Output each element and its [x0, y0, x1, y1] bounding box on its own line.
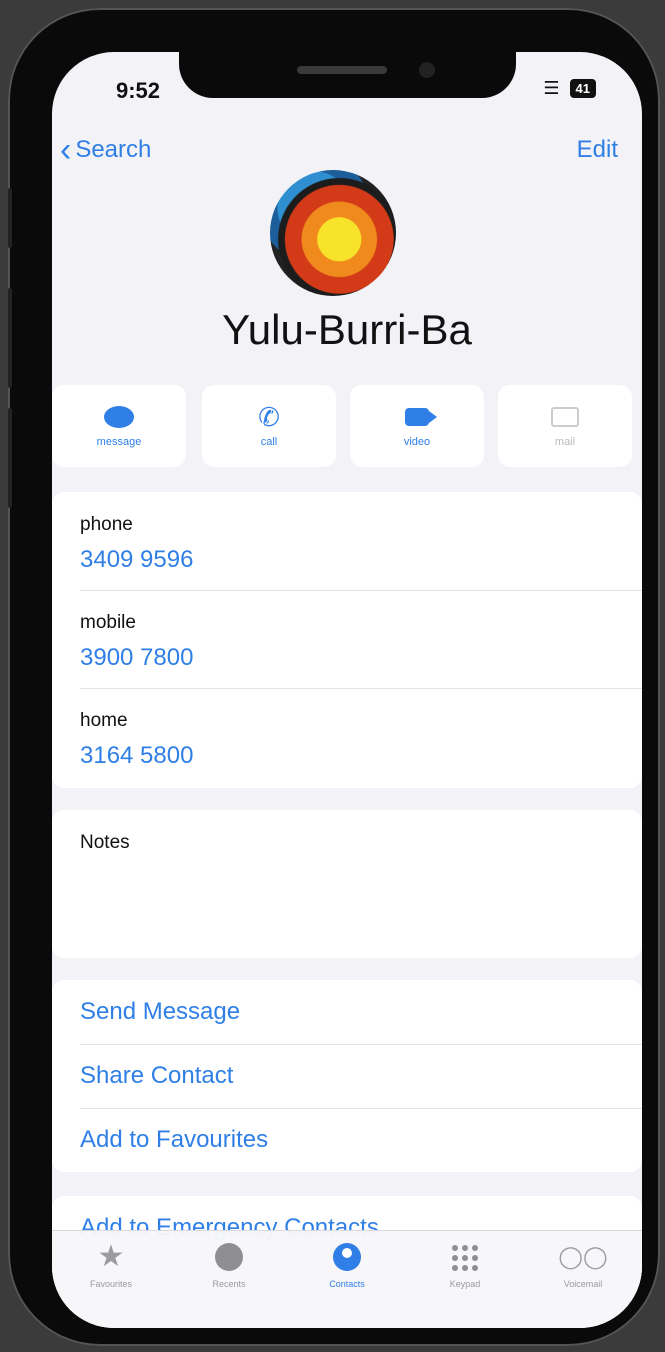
person-icon [333, 1241, 361, 1273]
video-label: video [403, 436, 431, 448]
tab-label: Voicemail [563, 1279, 603, 1289]
status-indicators: ☰ 41 [543, 78, 596, 99]
message-label: message [96, 436, 142, 448]
call-button[interactable]: ✆ call [202, 385, 336, 467]
speaker [297, 66, 387, 74]
battery-icon: 41 [569, 79, 596, 98]
mobile-type-label: mobile [80, 612, 136, 633]
tab-label: Keypad [449, 1279, 481, 1289]
status-time: 9:52 [116, 78, 161, 103]
tab-recents[interactable]: Recents [170, 1241, 288, 1289]
contact-name: Yulu-Burri-Ba [222, 306, 472, 353]
keypad-icon [452, 1241, 478, 1273]
tab-contacts[interactable]: Contacts [288, 1241, 406, 1289]
silent-switch [8, 188, 12, 248]
tab-voicemail[interactable]: ◯◯ Voicemail [524, 1241, 642, 1289]
notes-title: Notes [80, 832, 130, 853]
home-type-label: home [80, 710, 128, 731]
front-camera [419, 62, 435, 78]
mobile-number[interactable]: 3900 7800 [80, 644, 193, 672]
notch [179, 52, 516, 98]
volume-up-button [8, 288, 12, 388]
tab-bar: ★ Favourites Recents Contacts Keypad ◯◯ … [52, 1230, 642, 1328]
send-message-link[interactable]: Send Message [80, 998, 240, 1026]
tab-favourites[interactable]: ★ Favourites [52, 1240, 170, 1290]
tab-label: Recents [212, 1279, 246, 1289]
share-contact-link[interactable]: Share Contact [80, 1062, 233, 1090]
video-icon [402, 404, 437, 430]
tab-label: Contacts [329, 1279, 365, 1289]
phone-type-label: phone [80, 514, 133, 535]
home-row[interactable]: home 3164 5800 [52, 688, 642, 786]
star-icon: ★ [97, 1240, 125, 1273]
back-label: Search [75, 136, 152, 163]
home-number[interactable]: 3164 5800 [80, 742, 193, 770]
voicemail-icon: ◯◯ [558, 1244, 608, 1269]
action-buttons: message ✆ call video mail [52, 385, 642, 467]
phone-numbers-card: phone 3409 9596 mobile 3900 7800 home 31… [52, 492, 642, 788]
divider [80, 1108, 642, 1109]
tab-label: Favourites [89, 1279, 133, 1289]
avatar [270, 170, 396, 296]
wifi-icon: ☰ [543, 78, 560, 98]
notes-card[interactable]: Notes [52, 810, 642, 958]
mail-icon [550, 404, 580, 430]
mobile-row[interactable]: mobile 3900 7800 [52, 590, 642, 688]
mail-label: mail [554, 436, 576, 448]
divider [80, 1044, 642, 1045]
volume-down-button [8, 408, 12, 508]
phone-icon: ✆ [258, 402, 280, 432]
phone-row[interactable]: phone 3409 9596 [52, 492, 642, 590]
actions-card: Send Message Share Contact Add to Favour… [52, 980, 642, 1172]
clock-icon [215, 1241, 243, 1273]
screen: 9:52 ☰ 41 ‹ Search Edit Yulu-Burri-Ba me… [52, 52, 642, 1328]
message-icon [104, 404, 134, 430]
call-label: call [260, 436, 278, 448]
phone-frame: 9:52 ☰ 41 ‹ Search Edit Yulu-Burri-Ba me… [8, 8, 660, 1346]
add-favourites-link[interactable]: Add to Favourites [80, 1126, 268, 1154]
mail-button[interactable]: mail [498, 385, 632, 467]
tab-keypad[interactable]: Keypad [406, 1241, 524, 1289]
chevron-left-icon: ‹ [60, 131, 72, 169]
back-button[interactable]: ‹ Search [60, 131, 152, 169]
message-button[interactable]: message [52, 385, 186, 467]
video-button[interactable]: video [350, 385, 484, 467]
edit-button[interactable]: Edit [577, 136, 618, 164]
phone-number[interactable]: 3409 9596 [80, 546, 193, 574]
